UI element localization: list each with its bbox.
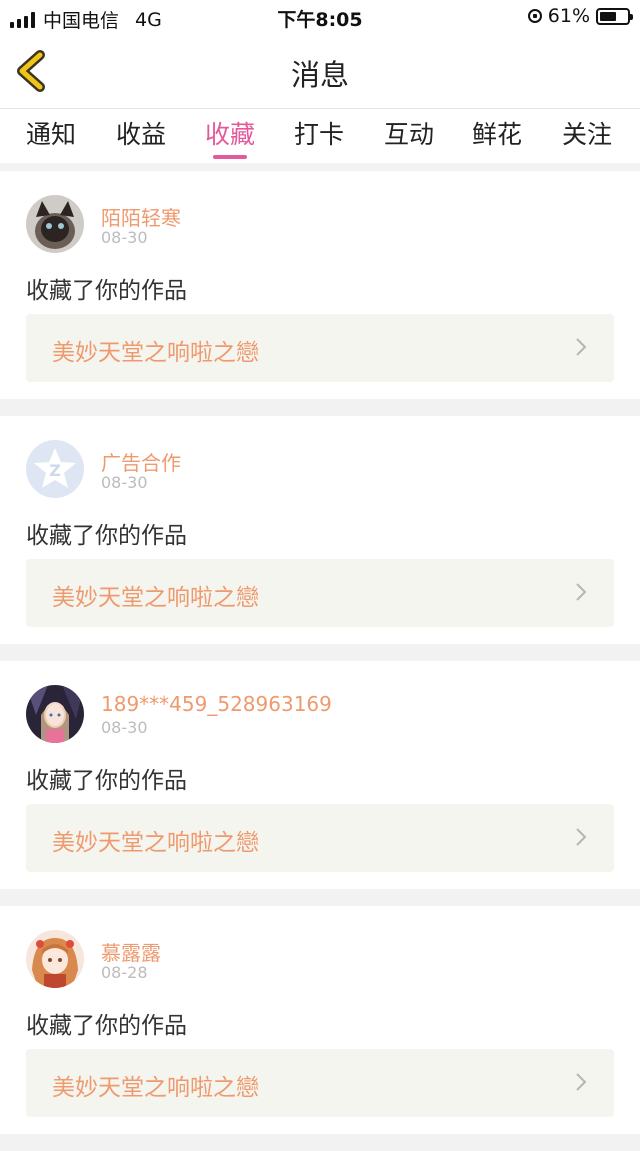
avatar[interactable]: Z <box>26 440 84 498</box>
work-link[interactable]: 美妙天堂之响啦之戀 <box>26 559 614 627</box>
chevron-right-icon <box>576 1073 587 1091</box>
notification-card: 慕露露 08-28 收藏了你的作品 美妙天堂之响啦之戀 <box>0 906 640 1134</box>
work-link[interactable]: 美妙天堂之响啦之戀 <box>26 804 614 872</box>
notification-list: 陌陌轻寒 08-30 收藏了你的作品 美妙天堂之响啦之戀 Z 广告合作 08-3… <box>0 163 640 1151</box>
work-title: 美妙天堂之响啦之戀 <box>52 830 259 856</box>
notification-date: 08-30 <box>101 718 148 737</box>
username[interactable]: 慕露露 <box>101 937 161 966</box>
tab-favorites[interactable]: 收藏 <box>190 115 270 159</box>
work-link[interactable]: 美妙天堂之响啦之戀 <box>26 1049 614 1117</box>
tab-interact[interactable]: 互动 <box>369 115 449 151</box>
username[interactable]: 陌陌轻寒 <box>101 202 181 231</box>
username[interactable]: 189***459_528963169 <box>101 692 332 716</box>
tab-earnings[interactable]: 收益 <box>101 115 181 151</box>
notification-action: 收藏了你的作品 <box>26 1013 187 1039</box>
notification-date: 08-30 <box>101 228 148 247</box>
notification-action: 收藏了你的作品 <box>26 278 187 304</box>
tab-bar: 通知 收益 收藏 打卡 互动 鲜花 关注 <box>0 109 640 163</box>
notification-card: 陌陌轻寒 08-30 收藏了你的作品 美妙天堂之响啦之戀 <box>0 171 640 399</box>
avatar[interactable] <box>26 195 84 253</box>
notification-action: 收藏了你的作品 <box>26 768 187 794</box>
work-title: 美妙天堂之响啦之戀 <box>52 340 259 366</box>
avatar[interactable] <box>26 930 84 988</box>
avatar[interactable] <box>26 685 84 743</box>
work-title: 美妙天堂之响啦之戀 <box>52 1075 259 1101</box>
chevron-right-icon <box>576 583 587 601</box>
tab-checkin[interactable]: 打卡 <box>279 115 359 151</box>
notification-action: 收藏了你的作品 <box>26 523 187 549</box>
tab-flowers[interactable]: 鲜花 <box>457 115 537 151</box>
battery-icon <box>596 7 633 25</box>
status-right: 61% <box>527 5 633 27</box>
work-title: 美妙天堂之响啦之戀 <box>52 585 259 611</box>
notification-date: 08-28 <box>101 963 148 982</box>
status-bar: 中国电信 4G 下午8:05 61% <box>0 0 640 34</box>
battery-percent: 61% <box>547 5 590 27</box>
svg-text:Z: Z <box>49 461 61 480</box>
notification-card: Z 广告合作 08-30 收藏了你的作品 美妙天堂之响啦之戀 <box>0 416 640 644</box>
tab-notice[interactable]: 通知 <box>11 115 91 151</box>
work-link[interactable]: 美妙天堂之响啦之戀 <box>26 314 614 382</box>
notification-date: 08-30 <box>101 473 148 492</box>
chevron-right-icon <box>576 828 587 846</box>
nav-bar: 消息 <box>0 34 640 109</box>
notification-card: 189***459_528963169 08-30 收藏了你的作品 美妙天堂之响… <box>0 661 640 889</box>
page-title: 消息 <box>290 58 349 92</box>
orientation-lock-icon <box>527 9 542 23</box>
username[interactable]: 广告合作 <box>101 447 181 476</box>
chevron-right-icon <box>576 338 587 356</box>
tab-follow[interactable]: 关注 <box>547 115 627 151</box>
